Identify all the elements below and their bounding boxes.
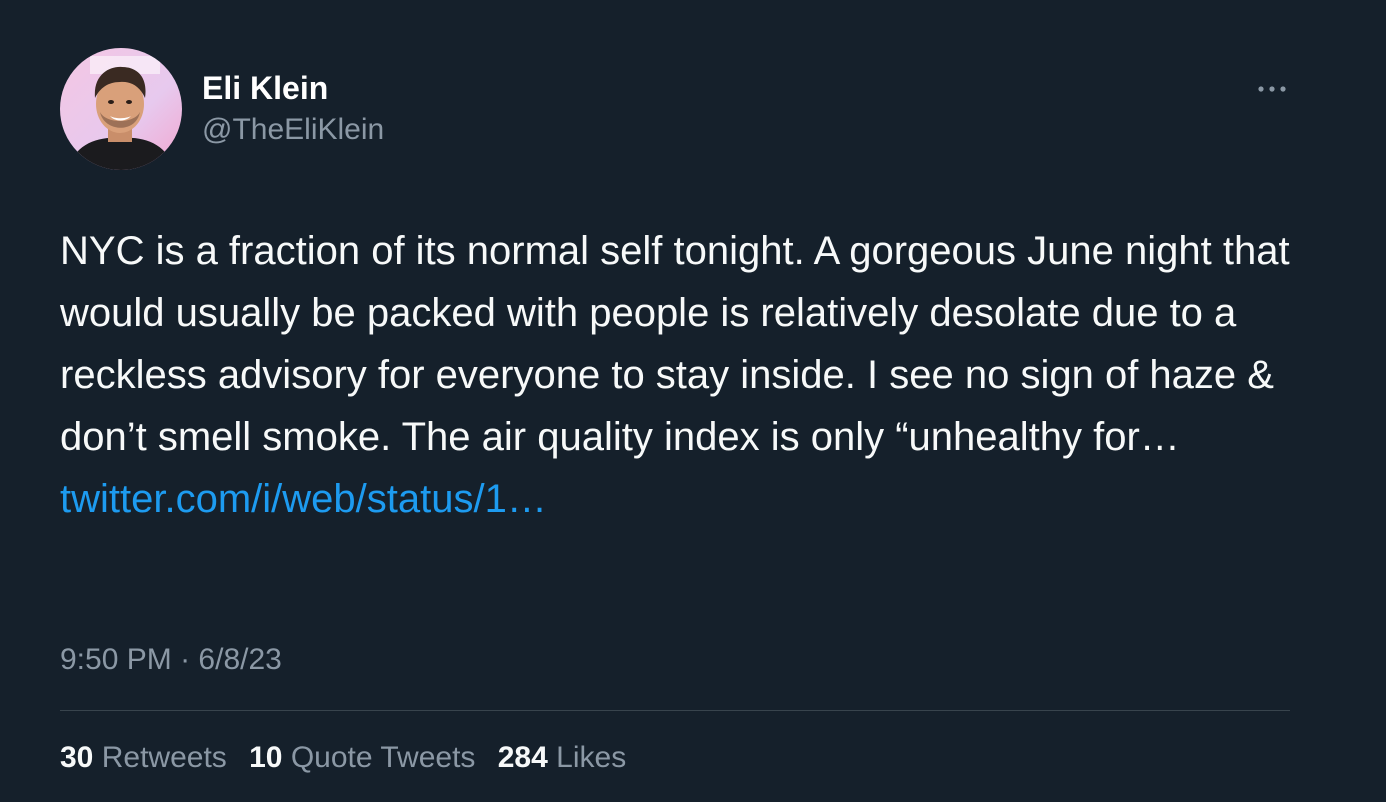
tweet-link[interactable]: twitter.com/i/web/status/1…: [60, 477, 547, 521]
ellipsis-icon: [1258, 86, 1286, 92]
more-options-button[interactable]: [1252, 74, 1292, 104]
quote-tweets-label: Quote Tweets: [290, 741, 476, 774]
author-handle[interactable]: @TheEliKlein: [202, 112, 384, 148]
likes-count: 284: [497, 741, 548, 774]
divider: [60, 710, 1290, 711]
likes-stat[interactable]: 284 Likes: [498, 738, 626, 778]
tweet-timestamp[interactable]: 9:50 PM · 6/8/23: [60, 640, 282, 680]
tweet-body: NYC is a fraction of its normal self ton…: [60, 229, 1290, 459]
tweet-card: Eli Klein @TheEliKlein NYC is a fraction…: [0, 0, 1386, 802]
tweet-date: 6/8/23: [198, 643, 282, 676]
tweet-text: NYC is a fraction of its normal self ton…: [60, 220, 1300, 530]
engagement-stats: 30 Retweets 10 Quote Tweets 284 Likes: [60, 738, 640, 778]
avatar[interactable]: [60, 48, 182, 170]
author-display-name[interactable]: Eli Klein: [202, 70, 328, 106]
retweets-stat[interactable]: 30 Retweets: [60, 738, 227, 778]
meta-separator: ·: [180, 643, 191, 676]
retweets-label: Retweets: [101, 741, 227, 774]
retweets-count: 30: [60, 741, 94, 774]
profile-photo-icon: [60, 48, 182, 170]
quote-tweets-count: 10: [249, 741, 283, 774]
tweet-time: 9:50 PM: [60, 643, 172, 676]
likes-label: Likes: [556, 741, 627, 774]
quote-tweets-stat[interactable]: 10 Quote Tweets: [249, 738, 475, 778]
